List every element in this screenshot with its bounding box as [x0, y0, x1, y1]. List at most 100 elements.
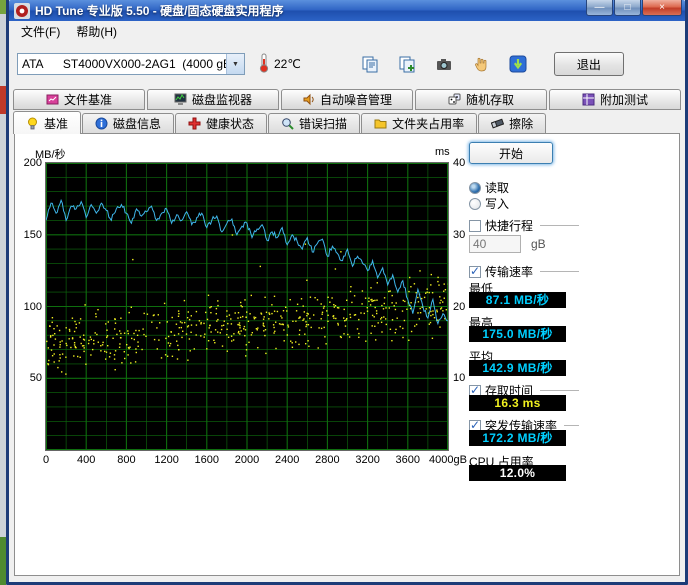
checkbox-icon — [469, 219, 481, 232]
tab-file-benchmark[interactable]: 文件基准 — [13, 89, 145, 110]
tab-benchmark[interactable]: 基准 — [13, 111, 82, 134]
close-button[interactable]: × — [642, 0, 682, 16]
tab-label: 基准 — [44, 116, 69, 131]
tab-label: 擦除 — [509, 117, 534, 131]
tab-label: 磁盘监视器 — [191, 93, 252, 107]
y-left-tick-label: 200 — [23, 157, 42, 169]
transfer-rate-checkbox[interactable]: 传输速率 — [469, 264, 579, 279]
x-tick-label: 3200 — [355, 454, 380, 466]
tab-folder-usage[interactable]: 文件夹占用率 — [361, 113, 478, 133]
tab-random-access[interactable]: 随机存取 — [415, 89, 547, 110]
tab-label: 随机存取 — [465, 93, 514, 107]
read-radio[interactable]: 读取 — [469, 180, 579, 195]
hand-icon — [475, 57, 487, 72]
y-right-axis-unit: ms — [435, 146, 450, 158]
divider — [540, 271, 579, 272]
info-icon — [95, 117, 108, 130]
y-right-tick-label: 40 — [453, 157, 466, 169]
copy-add-button[interactable] — [394, 51, 421, 77]
eraser-icon — [491, 117, 505, 130]
radio-icon — [469, 181, 481, 194]
magnifier-icon — [281, 117, 294, 130]
x-tick-label: 2000 — [234, 454, 260, 466]
tab-label: 自动噪音管理 — [319, 93, 392, 107]
benchmark-panel: MB/秒 ms 50 100 150 200 10 20 30 40 0 400 800 1200… — [14, 133, 680, 576]
drive-select[interactable]: ATA ST4000VX000-2AG1 (4000 gB ▼ — [17, 53, 245, 75]
file-benchmark-icon — [46, 93, 59, 106]
tab-aam[interactable]: 自动噪音管理 — [281, 89, 413, 110]
x-tick-label: 1200 — [154, 454, 179, 466]
title-bar[interactable]: HD Tune 专业版 5.50 - 硬盘/固态硬盘实用程序 — □ × — [9, 0, 685, 21]
tab-label: 磁盘信息 — [113, 117, 162, 131]
x-tick-label: 400 — [77, 454, 96, 466]
tab-health[interactable]: 健康状态 — [175, 113, 268, 133]
thermometer-icon — [257, 53, 271, 76]
lamp-icon — [26, 117, 39, 130]
tab-disk-monitor[interactable]: 磁盘监视器 — [147, 89, 279, 110]
x-tick-label: 3600 — [395, 454, 421, 466]
y-left-tick-label: 50 — [29, 372, 42, 385]
screenshot-button[interactable] — [431, 51, 458, 77]
x-tick-label: 4000gB — [429, 454, 467, 466]
read-label: 读取 — [485, 181, 510, 195]
short-stroke-input[interactable] — [469, 234, 521, 253]
tab-disk-info[interactable]: 磁盘信息 — [82, 113, 175, 133]
chevron-down-icon[interactable]: ▼ — [226, 54, 244, 74]
folder-icon — [374, 117, 387, 130]
short-stroke-unit: gB — [531, 236, 546, 251]
tab-label: 错误扫描 — [299, 117, 348, 131]
short-stroke-row: gB — [469, 234, 579, 253]
checkbox-icon — [469, 264, 481, 278]
benchmark-plot — [45, 162, 449, 451]
download-button[interactable] — [505, 51, 532, 77]
burst-rate-value: 172.2 MB/秒 — [469, 430, 566, 446]
window-title: HD Tune 专业版 5.50 - 硬盘/固态硬盘实用程序 — [35, 4, 284, 18]
write-radio[interactable]: 写入 — [469, 196, 579, 211]
hdtune-window: HD Tune 专业版 5.50 - 硬盘/固态硬盘实用程序 — □ × 文件(… — [6, 0, 688, 585]
minimize-button[interactable]: — — [586, 0, 613, 16]
speaker-icon — [302, 93, 315, 106]
download-icon — [509, 55, 527, 73]
exit-button[interactable]: 退出 — [553, 52, 624, 76]
max-value: 175.0 MB/秒 — [469, 326, 566, 342]
tab-label: 文件夹占用率 — [392, 117, 465, 131]
tab-label: 健康状态 — [206, 117, 255, 131]
x-tick-label: 0 — [42, 454, 50, 466]
drive-select-value: ATA ST4000VX000-2AG1 (4000 gB — [22, 57, 226, 71]
x-axis-labels: 0 400 800 1200 1600 2000 2400 2800 3200 3600 4000g… — [42, 454, 467, 468]
hand-button[interactable] — [468, 51, 495, 77]
tab-label: 附加测试 — [599, 93, 648, 107]
menu-help[interactable]: 帮助(H) — [68, 21, 125, 42]
y-left-tick-label: 100 — [23, 300, 42, 313]
copy-icon — [362, 56, 378, 73]
short-stroke-checkbox[interactable]: 快捷行程 — [469, 218, 579, 233]
access-time-value: 16.3 ms — [469, 395, 566, 411]
benchmark-plot-svg — [46, 163, 448, 450]
camera-icon — [437, 59, 452, 70]
radio-icon — [469, 197, 481, 210]
min-value: 87.1 MB/秒 — [469, 292, 566, 308]
y-right-tick-label: 20 — [453, 300, 466, 313]
avg-value: 142.9 MB/秒 — [469, 360, 566, 376]
start-button[interactable]: 开始 — [469, 142, 553, 164]
short-stroke-label: 快捷行程 — [485, 219, 534, 233]
cpu-usage-value: 12.0% — [469, 465, 566, 481]
x-tick-label: 800 — [117, 454, 136, 466]
y-right-tick-label: 10 — [453, 372, 466, 385]
tab-extra-tests[interactable]: 附加测试 — [549, 89, 681, 110]
tab-error-scan[interactable]: 错误扫描 — [268, 113, 361, 133]
menu-bar: 文件(F) 帮助(H) — [9, 21, 685, 41]
y-left-labels: 50 100 150 200 — [17, 157, 42, 450]
tab-erase[interactable]: 擦除 — [478, 113, 547, 133]
maximize-button[interactable]: □ — [614, 0, 641, 16]
toolbar: ATA ST4000VX000-2AG1 (4000 gB ▼ 22℃ 退出 — [9, 41, 685, 87]
x-tick-label: 2400 — [274, 454, 300, 466]
menu-file[interactable]: 文件(F) — [13, 21, 68, 42]
disk-monitor-icon — [174, 93, 187, 106]
divider — [540, 225, 579, 226]
copy-button[interactable] — [357, 51, 384, 77]
y-right-tick-label: 30 — [453, 228, 466, 241]
transfer-rate-label: 传输速率 — [485, 265, 534, 279]
divider — [540, 390, 579, 391]
x-tick-label: 2800 — [315, 454, 340, 466]
